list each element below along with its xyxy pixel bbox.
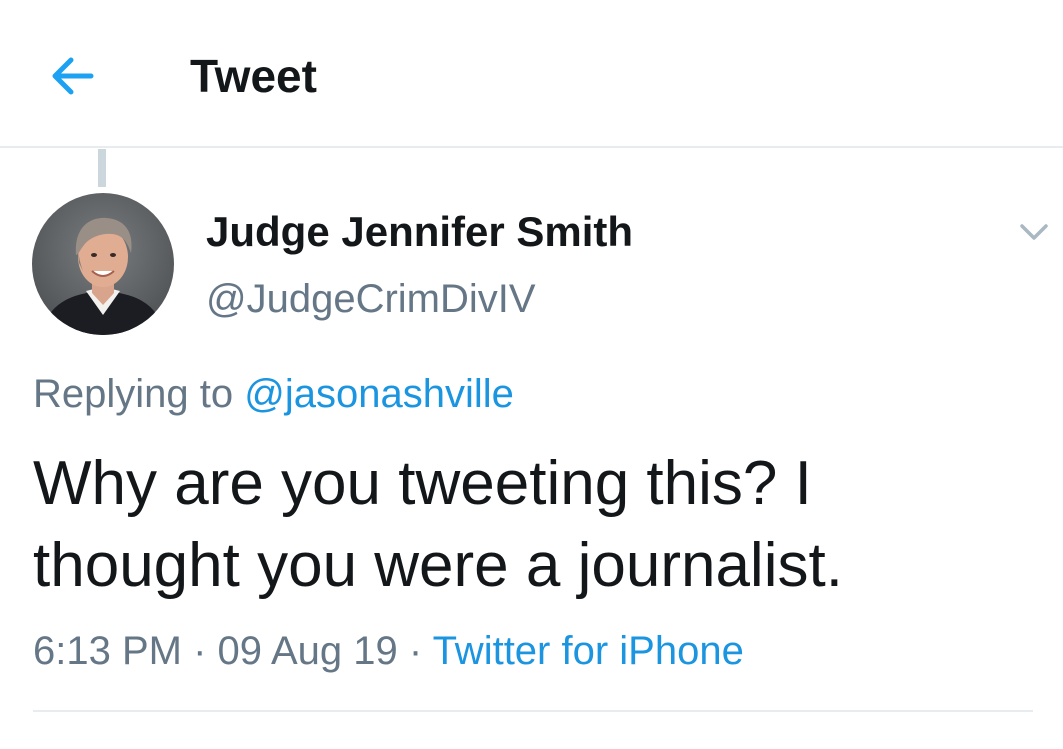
author-name[interactable]: Judge Jennifer Smith [206, 205, 633, 259]
replying-to-label: Replying to [33, 372, 234, 416]
back-button[interactable] [42, 48, 102, 104]
thread-connector-line [98, 149, 106, 187]
chevron-down-icon [1020, 224, 1048, 240]
replying-to-mention-link[interactable]: @jasonashville [244, 372, 514, 416]
author-block: Judge Jennifer Smith @JudgeCrimDivIV [206, 205, 633, 325]
author-handle[interactable]: @JudgeCrimDivIV [206, 273, 633, 325]
arrow-left-icon [52, 57, 94, 95]
page-title: Tweet [190, 50, 317, 102]
tweet-date: 09 Aug 19 [217, 629, 398, 673]
author-avatar[interactable] [32, 193, 174, 335]
tweet-detail-screen: Tweet Judge Jennifer Smith @JudgeCrimDiv… [0, 0, 1063, 749]
meta-separator: · [408, 629, 423, 673]
tweet-time: 6:13 PM [33, 629, 182, 673]
divider [33, 710, 1033, 712]
tweet-body-text: Why are you tweeting this? I thought you… [33, 449, 843, 600]
meta-separator: · [193, 629, 207, 673]
tweet-source-link[interactable]: Twitter for iPhone [433, 629, 744, 673]
top-app-bar: Tweet [0, 0, 1063, 148]
avatar-portrait [32, 193, 174, 335]
tweet-metadata: 6:13 PM · 09 Aug 19 · Twitter for iPhone [33, 624, 744, 678]
tweet-options-button[interactable] [1012, 212, 1056, 252]
replying-to-line: Replying to @jasonashville [33, 368, 514, 420]
